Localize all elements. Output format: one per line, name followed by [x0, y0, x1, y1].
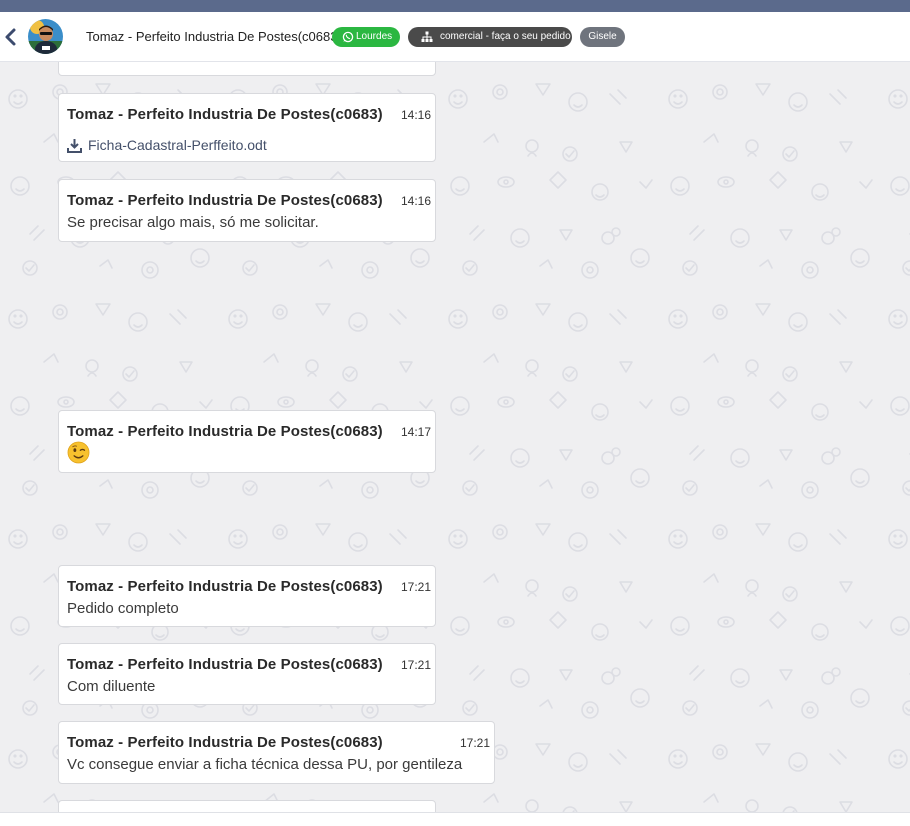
message-bubble: Tomaz - Perfeito Industria De Postes(c06…	[58, 179, 436, 242]
message-bubble-partial	[58, 62, 436, 76]
message-time: 17:21	[401, 580, 432, 594]
message-bubble-partial	[58, 800, 436, 812]
message-time: 14:16	[401, 194, 432, 208]
message-sender: Tomaz - Perfeito Industria De Postes(c06…	[67, 656, 383, 673]
whatsapp-connection-tag[interactable]: Lourdes	[332, 27, 400, 47]
contact-avatar-icon	[28, 19, 63, 54]
footer-bar	[0, 812, 910, 826]
message-text: Com diluente	[67, 678, 156, 695]
message-time: 17:21	[460, 736, 491, 750]
whatsapp-tag-label: Lourdes	[356, 31, 393, 42]
winking-face-emoji-icon	[67, 441, 90, 464]
department-tag-label: comercial - faça o seu pedido	[440, 31, 571, 42]
message-bubble: Tomaz - Perfeito Industria De Postes(c06…	[58, 721, 495, 784]
message-time: 14:17	[401, 425, 432, 439]
avatar[interactable]	[28, 19, 63, 54]
chat-message-area[interactable]: Tomaz - Perfeito Industria De Postes(c06…	[0, 62, 910, 812]
message-bubble: Tomaz - Perfeito Industria De Postes(c06…	[58, 565, 436, 627]
chevron-left-icon	[5, 28, 16, 46]
department-tag[interactable]: comercial - faça o seu pedido	[408, 27, 572, 47]
back-button[interactable]	[3, 27, 19, 47]
contact-name: Tomaz - Perfeito Industria De Postes(c06…	[86, 29, 342, 44]
sitemap-icon	[421, 31, 433, 42]
message-bubble: Tomaz - Perfeito Industria De Postes(c06…	[58, 93, 436, 162]
chat-header: Tomaz - Perfeito Industria De Postes(c06…	[0, 12, 910, 62]
message-text: Se precisar algo mais, só me solicitar.	[67, 214, 319, 231]
user-tag[interactable]: Gisele	[580, 27, 625, 47]
message-sender: Tomaz - Perfeito Industria De Postes(c06…	[67, 578, 383, 595]
whatsapp-icon	[342, 31, 354, 43]
message-sender: Tomaz - Perfeito Industria De Postes(c06…	[67, 192, 383, 209]
message-bubble: Tomaz - Perfeito Industria De Postes(c06…	[58, 643, 436, 705]
message-sender: Tomaz - Perfeito Industria De Postes(c06…	[67, 106, 383, 123]
file-name: Ficha-Cadastral-Perffeito.odt	[88, 137, 267, 153]
download-icon	[67, 138, 82, 153]
message-sender: Tomaz - Perfeito Industria De Postes(c06…	[67, 734, 383, 751]
message-bubble: Tomaz - Perfeito Industria De Postes(c06…	[58, 410, 436, 473]
message-time: 17:21	[401, 658, 432, 672]
message-time: 14:16	[401, 108, 432, 122]
message-text: Vc consegue enviar a ficha técnica dessa…	[67, 756, 463, 773]
file-attachment-link[interactable]: Ficha-Cadastral-Perffeito.odt	[67, 136, 267, 154]
message-text: Pedido completo	[67, 600, 179, 617]
message-sender: Tomaz - Perfeito Industria De Postes(c06…	[67, 423, 383, 440]
user-tag-label: Gisele	[588, 31, 617, 42]
top-accent-bar	[0, 0, 910, 12]
